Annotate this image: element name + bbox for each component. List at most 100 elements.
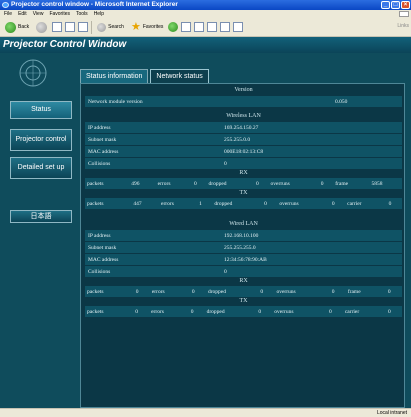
- nav-detailed-setup[interactable]: Detailed set up: [10, 157, 72, 179]
- tx-carrier-value: 0: [386, 306, 402, 317]
- maximize-button[interactable]: □: [391, 1, 400, 9]
- tx-packets-value: 447: [131, 198, 160, 209]
- table-row: IP address 192.168.10.100: [85, 230, 402, 241]
- table-row: Subnet mask 255.255.0.0: [85, 134, 402, 145]
- edit-icon[interactable]: [220, 22, 231, 32]
- wireless-subnet-value: 255.255.0.0: [221, 134, 402, 145]
- tx-carrier-label: carrier: [345, 198, 387, 209]
- wired-subnet-value: 255.255.255.0: [221, 242, 402, 253]
- table-row: packets 0 errors 0 dropped 0 overruns 0 fram…: [85, 286, 402, 297]
- network-status-panel: Version Network module version 0.050 Wir…: [80, 83, 405, 408]
- table-row: IP address 169.254.150.27: [85, 122, 402, 133]
- nav-japanese[interactable]: 日本語: [10, 210, 72, 223]
- table-row: packets 496 errors 0 dropped 0 overruns 0 fr…: [85, 178, 402, 189]
- forward-button[interactable]: [34, 21, 49, 34]
- wired-tx-table: packets 0 errors 0 dropped 0 overruns 0 carr…: [85, 305, 402, 318]
- close-button[interactable]: ×: [401, 1, 410, 9]
- wireless-collisions-label: Collisions: [85, 158, 221, 169]
- browser-status-bar: Local intranet: [0, 408, 411, 417]
- rx-packets-value: 496: [129, 178, 156, 189]
- wired-tx-heading: TX: [239, 298, 248, 304]
- wireless-heading: Wireless LAN: [226, 113, 261, 119]
- rx-overruns-label: overruns: [268, 178, 319, 189]
- minimize-button[interactable]: _: [381, 1, 390, 9]
- tx-overruns-value: 0: [329, 198, 346, 209]
- toolbar-separator: [91, 20, 93, 34]
- page-content: Projector Control Window Status Projecto…: [0, 37, 411, 408]
- internet-explorer-icon: [2, 2, 9, 8]
- rx-errors-label: errors: [149, 286, 190, 297]
- rx-frame-value: 0: [385, 286, 402, 297]
- tx-dropped-value: 0: [256, 306, 273, 317]
- menu-tools[interactable]: Tools: [76, 10, 88, 18]
- security-zone: Local intranet: [376, 410, 407, 416]
- table-row: packets 447 errors 1 dropped 0 overruns 0 ca…: [85, 198, 402, 209]
- tab-status-information[interactable]: Status information: [80, 69, 149, 83]
- media-icon[interactable]: [168, 22, 179, 32]
- rx-dropped-label: dropped: [206, 178, 254, 189]
- tx-dropped-label: dropped: [204, 306, 257, 317]
- rx-dropped-value: 0: [254, 178, 269, 189]
- tx-dropped-value: 0: [262, 198, 278, 209]
- menu-edit[interactable]: Edit: [18, 10, 27, 18]
- rx-errors-label: errors: [155, 178, 192, 189]
- tx-packets-label: packets: [85, 306, 134, 317]
- tx-errors-value: 0: [188, 306, 205, 317]
- projector-logo-icon: [19, 59, 47, 87]
- rx-packets-label: packets: [85, 286, 134, 297]
- tx-packets-value: 0: [133, 306, 150, 317]
- menu-favorites[interactable]: Favorites: [49, 10, 70, 18]
- search-button[interactable]: Search: [95, 21, 126, 34]
- rx-errors-value: 0: [189, 286, 206, 297]
- stop-icon[interactable]: [52, 22, 63, 32]
- rx-frame-value: 5858: [369, 178, 402, 189]
- tx-packets-label: packets: [85, 198, 132, 209]
- nav-status[interactable]: Status: [10, 101, 72, 119]
- rx-packets-label: packets: [85, 178, 130, 189]
- back-button[interactable]: Back: [3, 21, 31, 34]
- windows-logo-icon: [399, 11, 409, 17]
- rx-dropped-value: 0: [258, 286, 275, 297]
- wired-collisions-label: Collisions: [85, 266, 221, 277]
- messenger-icon[interactable]: [233, 22, 244, 32]
- search-icon: [97, 22, 107, 32]
- wired-info-table: IP address 192.168.10.100 Subnet mask 255.…: [85, 229, 402, 278]
- wireless-tx-heading: TX: [239, 190, 248, 196]
- wired-subnet-label: Subnet mask: [85, 242, 221, 253]
- wireless-rx-heading: RX: [239, 170, 248, 176]
- menu-file[interactable]: File: [4, 10, 12, 18]
- wireless-ip-value: 169.254.150.27: [221, 122, 402, 133]
- rx-packets-value: 0: [133, 286, 150, 297]
- table-row: Network module version 0.050: [85, 96, 402, 107]
- menu-view[interactable]: View: [33, 10, 44, 18]
- refresh-icon[interactable]: [65, 22, 76, 32]
- main-area: Status information Network status Versio…: [76, 53, 409, 408]
- tx-overruns-label: overruns: [272, 306, 327, 317]
- window-title: Projector control window - Microsoft Int…: [11, 1, 178, 8]
- tab-bar: Status information Network status: [80, 69, 209, 83]
- menu-help[interactable]: Help: [94, 10, 104, 18]
- search-label: Search: [108, 24, 124, 30]
- favorites-button[interactable]: ★ Favorites: [129, 21, 165, 34]
- back-arrow-icon: [5, 21, 16, 33]
- page-title: Projector Control Window: [0, 37, 411, 53]
- wireless-rx-table: packets 496 errors 0 dropped 0 overruns 0 fr…: [85, 177, 402, 190]
- home-icon[interactable]: [78, 22, 89, 32]
- table-row: packets 0 errors 0 dropped 0 overruns 0 carr…: [85, 306, 402, 317]
- rx-frame-label: frame: [333, 178, 370, 189]
- table-row: Subnet mask 255.255.255.0: [85, 242, 402, 253]
- table-row: MAC address 000E18:02:13:C8: [85, 146, 402, 157]
- wired-mac-value: 12:34:56:78:90:AB: [221, 254, 402, 265]
- tab-network-status[interactable]: Network status: [150, 69, 209, 83]
- table-row: Collisions 0: [85, 158, 402, 169]
- mail-icon[interactable]: [194, 22, 205, 32]
- print-icon[interactable]: [207, 22, 218, 32]
- wireless-tx-table: packets 447 errors 1 dropped 0 overruns 0 ca…: [85, 197, 402, 210]
- wired-ip-value: 192.168.10.100: [221, 230, 402, 241]
- nav-projector-control[interactable]: Projector control: [10, 129, 72, 151]
- history-icon[interactable]: [181, 22, 192, 32]
- back-label: Back: [18, 24, 30, 30]
- tx-dropped-label: dropped: [212, 198, 263, 209]
- favorites-star-icon: ★: [130, 21, 141, 33]
- links-label[interactable]: Links: [397, 23, 409, 29]
